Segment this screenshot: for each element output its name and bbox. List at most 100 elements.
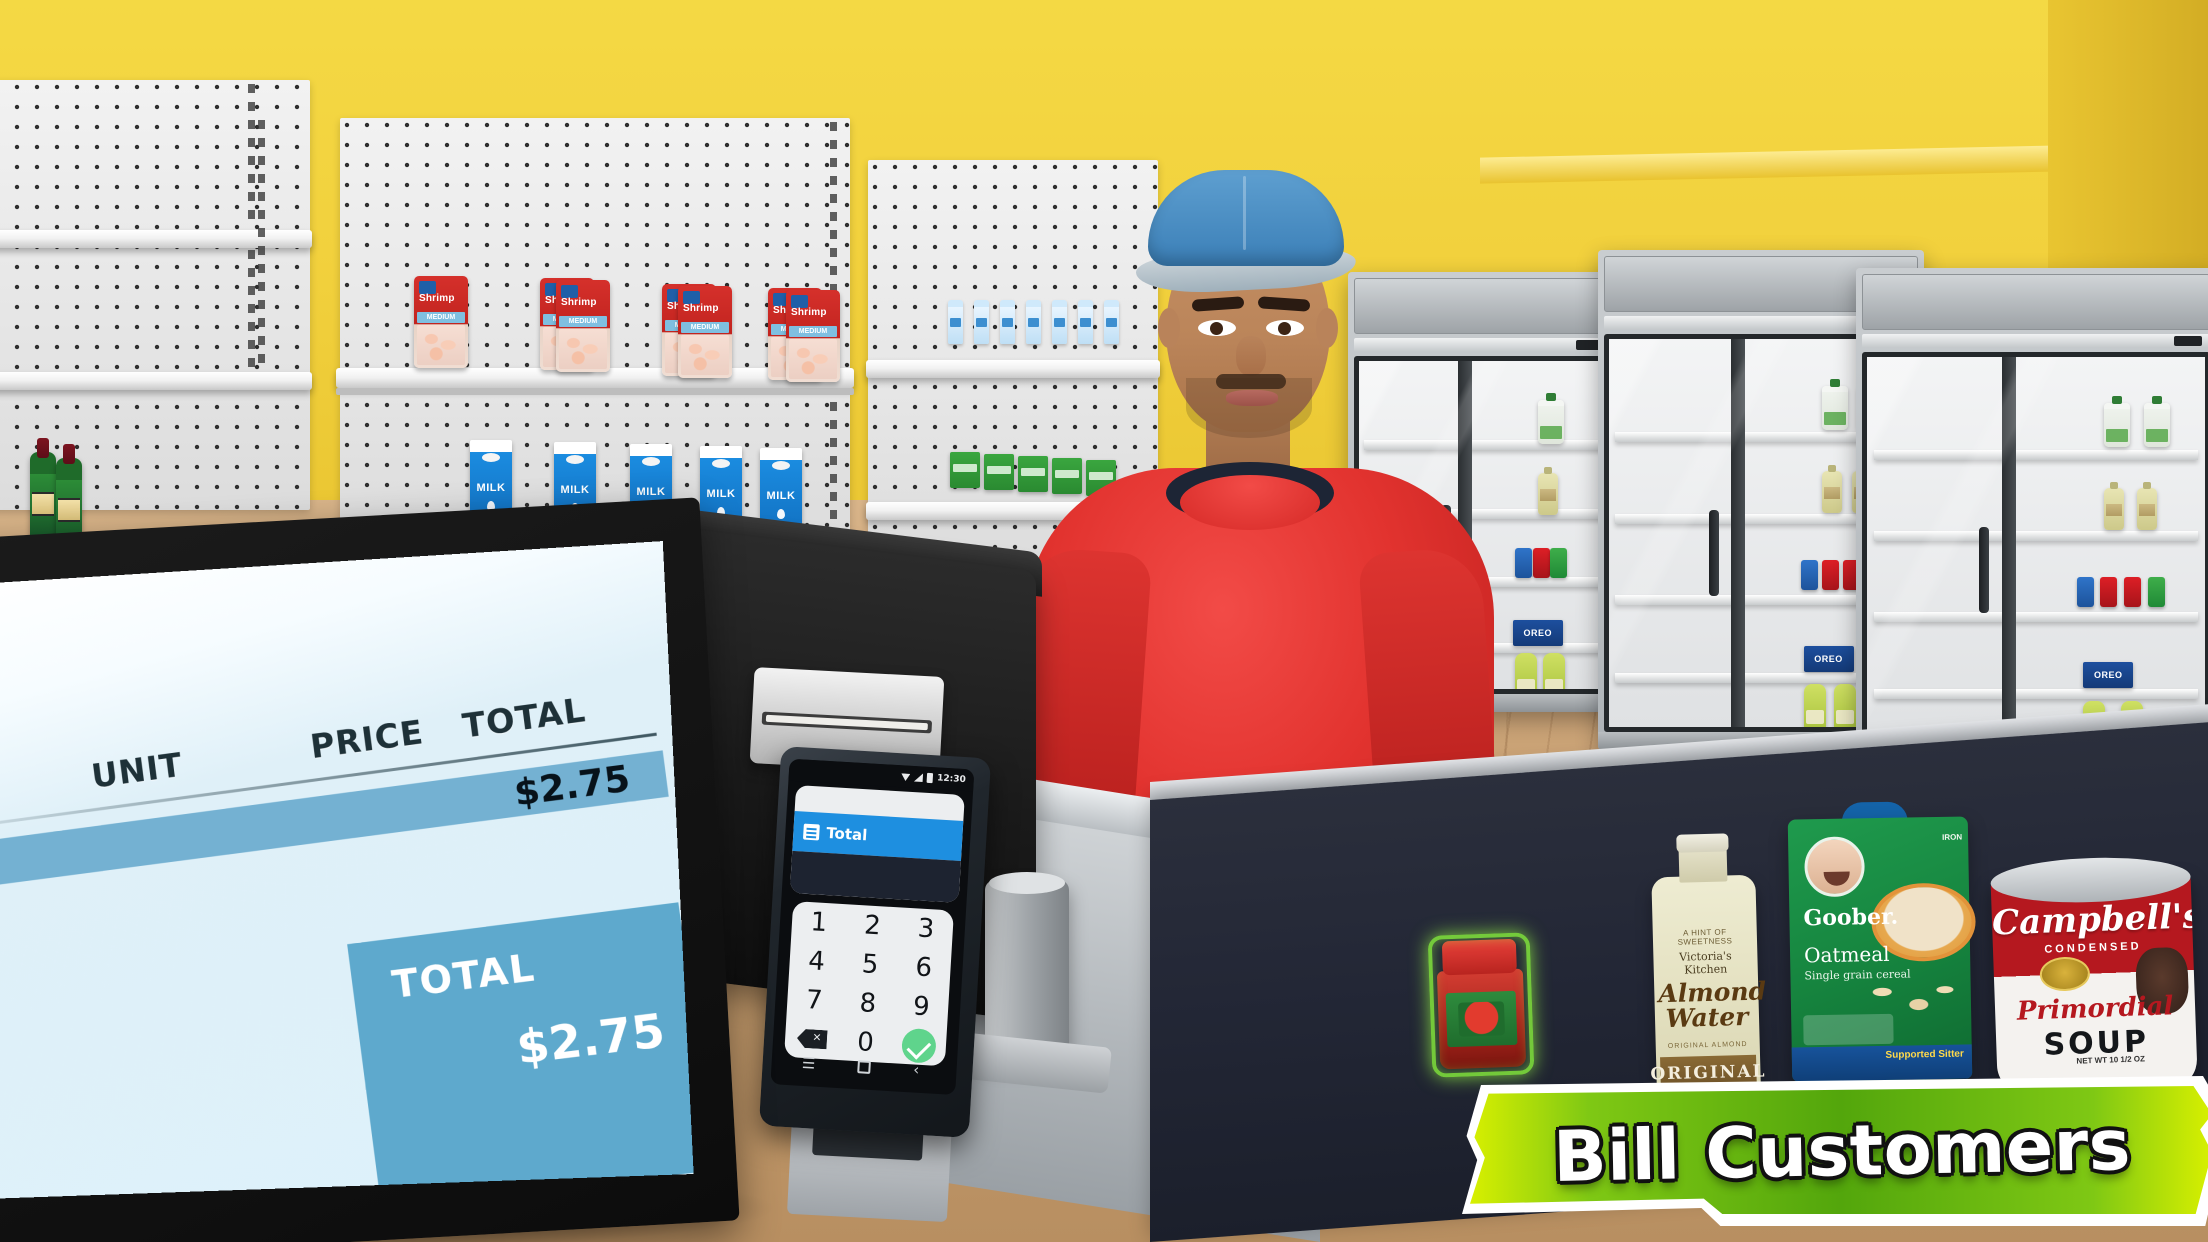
keypad-key-1[interactable]: 1 xyxy=(810,907,828,938)
keypad-key-5[interactable]: 5 xyxy=(861,949,879,980)
bill-total-panel: TOTAL $2.75 xyxy=(347,901,694,1199)
card-payment-terminal[interactable]: 12:30 Total 1 2 3 4 5 6 7 8 9 0 xyxy=(758,746,992,1138)
oreo-box: OREO xyxy=(1512,620,1563,647)
tomato-sauce-jar[interactable] xyxy=(1427,932,1535,1078)
keypad-key-3[interactable]: 3 xyxy=(917,913,935,944)
game-screen: Shrimp MEDIUM Shrimp MEDIUM Shrimp MEDIU… xyxy=(0,0,2208,1242)
product-window xyxy=(559,329,607,369)
fridge-unit-front[interactable]: OREO xyxy=(1856,268,2208,766)
shrimp-pack: Shrimp MEDIUM xyxy=(786,290,840,382)
fridge-shelf xyxy=(1873,530,2199,541)
product-name: Shrimp xyxy=(683,303,719,314)
drink-bottle xyxy=(1537,466,1558,515)
terminal-keypad[interactable]: 1 2 3 4 5 6 7 8 9 0 xyxy=(784,901,954,1067)
menu-icon[interactable]: ☰ xyxy=(801,1054,815,1073)
keypad-key-7[interactable]: 7 xyxy=(805,985,823,1016)
shelf-plank xyxy=(0,372,312,390)
pos-screen[interactable]: UNIT PRICE TOTAL $2.75 TOTAL $2.75 xyxy=(0,541,694,1199)
can-gold-seal xyxy=(2039,956,2091,992)
shrimp-pack: Shrimp MEDIUM xyxy=(678,286,732,378)
milk-label: MILK xyxy=(706,488,736,500)
fridge-shelf xyxy=(1873,611,2199,622)
battery-icon xyxy=(926,772,934,784)
list-icon xyxy=(802,823,820,841)
backspace-icon[interactable] xyxy=(796,1029,827,1050)
coke-can xyxy=(1532,547,1550,578)
keypad-key-8[interactable]: 8 xyxy=(859,988,877,1019)
shelf-plank xyxy=(0,230,312,248)
keypad-key-2[interactable]: 2 xyxy=(863,910,881,941)
oatmeal-footer-text: Supported Sitter xyxy=(1885,1048,1964,1061)
keypad-key-9[interactable]: 9 xyxy=(912,991,930,1022)
soda-can xyxy=(2076,577,2094,608)
green-bottle xyxy=(1833,684,1856,727)
terminal-screen[interactable]: 12:30 Total 1 2 3 4 5 6 7 8 9 0 xyxy=(770,758,975,1096)
item-highlight-outline xyxy=(1427,932,1535,1078)
wine-bottle xyxy=(30,438,56,538)
keypad-key-6[interactable]: 6 xyxy=(915,952,933,983)
column-header-total: TOTAL xyxy=(460,689,589,746)
bottle-subtitle: ORIGINAL ALMOND xyxy=(1667,1040,1748,1051)
fridge-shelf xyxy=(1873,688,2199,699)
product-window xyxy=(789,339,837,379)
milk-label: MILK xyxy=(560,484,590,496)
oatmeal-badge: IRON xyxy=(1941,832,1963,842)
bill-total-amount: $2.75 xyxy=(513,1002,668,1075)
shelf-slot xyxy=(248,84,255,224)
bottle-cap xyxy=(1676,833,1729,853)
coke-can xyxy=(2100,577,2118,608)
drink-bottle xyxy=(1821,464,1842,513)
keypad-key-4[interactable]: 4 xyxy=(807,946,825,977)
bottle-hint-text: A HINT OF SWEETNESS xyxy=(1677,927,1733,947)
carton-cap xyxy=(712,459,730,468)
can-net-weight: NET WT 10 1/2 OZ xyxy=(2076,1054,2146,1067)
fridge-door-handle[interactable] xyxy=(1978,526,1989,613)
milk-label: MILK xyxy=(636,486,666,498)
water-bottle xyxy=(974,300,989,344)
column-header-price: PRICE xyxy=(307,711,427,766)
fridge-trim xyxy=(1862,334,2208,348)
bottle-title: Almond Water xyxy=(1657,976,1767,1034)
signal-icon xyxy=(914,773,924,783)
product-name: Shrimp xyxy=(791,307,827,318)
sprite-can xyxy=(2147,577,2165,608)
wifi-icon xyxy=(901,772,911,782)
pos-monitor[interactable]: UNIT PRICE TOTAL $2.75 TOTAL $2.75 xyxy=(0,497,740,1242)
back-icon[interactable]: ‹ xyxy=(913,1061,920,1079)
can-brand: Campbell's xyxy=(1991,896,2198,944)
oatmeal-title: Oatmeal xyxy=(1803,941,1890,968)
home-icon[interactable] xyxy=(857,1059,872,1074)
cashier-cap-seam xyxy=(1243,176,1246,250)
objective-banner: Bill Customers xyxy=(1462,1076,2208,1226)
fridge-door-handle[interactable] xyxy=(1709,509,1720,596)
milk-jug xyxy=(2103,396,2130,448)
terminal-total-label: Total xyxy=(825,823,868,845)
milk-label: MILK xyxy=(766,490,796,502)
carton-cap xyxy=(772,461,790,470)
soup-can[interactable]: Campbell's CONDENSED Primordial SOUP NET… xyxy=(1986,854,2202,1099)
cashier-moustache xyxy=(1216,374,1286,389)
shrimp-pack: Shrimp MEDIUM xyxy=(556,280,610,372)
bill-line-amount: $2.75 xyxy=(511,757,633,814)
soda-box xyxy=(950,452,980,488)
fridge-shelf xyxy=(1873,449,2199,460)
cashier-ear-left xyxy=(1158,308,1180,348)
green-bottle xyxy=(1542,652,1565,689)
oreo-box: OREO xyxy=(1803,645,1854,672)
size-band: MEDIUM xyxy=(417,312,465,323)
oatmeal-box[interactable]: IRON Goober. Oatmeal Single grain cereal… xyxy=(1787,801,1977,1082)
oatmeal-certification-seals xyxy=(1803,1013,1894,1046)
bill-total-label: TOTAL xyxy=(389,944,538,1007)
shelf-slot xyxy=(830,402,837,542)
sprite-can xyxy=(1549,547,1567,578)
cashier-collar xyxy=(1166,462,1334,530)
terminal-total-card: Total xyxy=(789,785,965,903)
banner-label: Bill Customers xyxy=(1552,1103,2132,1199)
receipt-slot xyxy=(761,711,933,734)
cup-holder xyxy=(985,872,1069,1060)
milk-drop-icon xyxy=(777,509,785,519)
product-name: Shrimp xyxy=(419,293,455,304)
product-window xyxy=(417,325,465,365)
oatmeal-brand: Goober. xyxy=(1803,903,1899,932)
fridge-door-frame xyxy=(2002,357,2017,743)
